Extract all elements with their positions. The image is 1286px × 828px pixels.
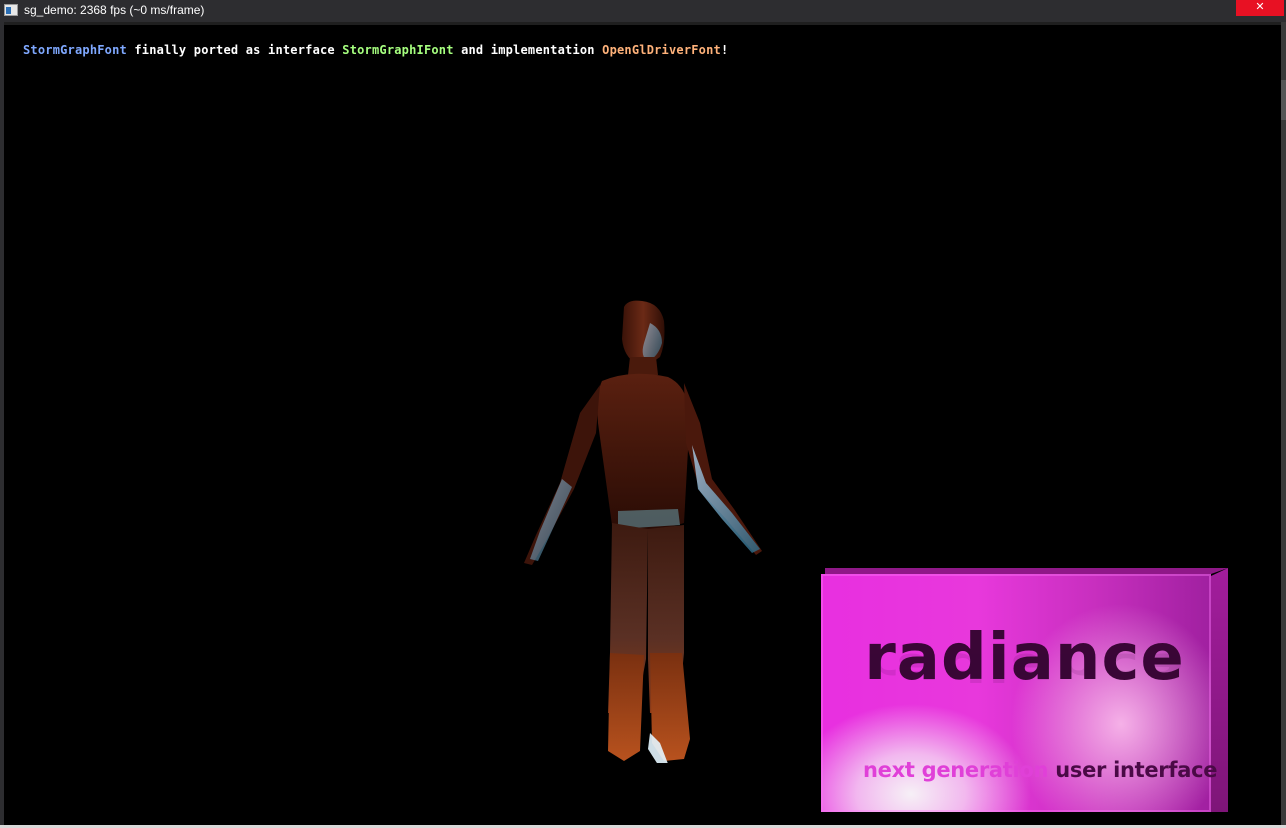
message-text: finally ported as interface <box>126 43 343 57</box>
message-interface-name: StormGraphIFont <box>342 43 454 57</box>
badge-title-reflection: radiance <box>864 644 1185 689</box>
badge-subtitle: next generation user interface <box>863 760 1217 781</box>
app-icon[interactable] <box>4 4 18 16</box>
message-text: and implementation <box>453 43 603 57</box>
badge-subtitle-highlight: next generation <box>863 758 1049 782</box>
badge-subtitle-rest: user interface <box>1048 758 1218 782</box>
message-class-name: StormGraphFont <box>23 43 127 57</box>
render-viewport[interactable]: StormGraphFont finally ported as interfa… <box>4 25 1281 825</box>
radiance-badge: radiance radiance next generation user i… <box>821 568 1228 813</box>
window-right-border <box>1281 22 1286 828</box>
model-torso <box>597 373 690 530</box>
message-implementation-name: OpenGlDriverFont <box>602 43 721 57</box>
model-left-boot <box>608 653 644 761</box>
model-left-forearm-light <box>530 479 572 561</box>
status-message: StormGraphFont finally ported as interfa… <box>23 43 728 57</box>
window-title: sg_demo: 2368 fps (~0 ms/frame) <box>24 3 205 17</box>
model-left-arm <box>524 385 600 565</box>
close-button[interactable]: ✕ <box>1236 0 1284 16</box>
title-bar[interactable]: sg_demo: 2368 fps (~0 ms/frame) ✕ <box>0 0 1286 22</box>
character-model <box>524 300 762 763</box>
app-window: sg_demo: 2368 fps (~0 ms/frame) ✕ StormG… <box>0 0 1286 828</box>
message-text: ! <box>720 43 729 57</box>
model-neck <box>628 357 658 375</box>
scrollbar-thumb[interactable] <box>1281 80 1286 120</box>
